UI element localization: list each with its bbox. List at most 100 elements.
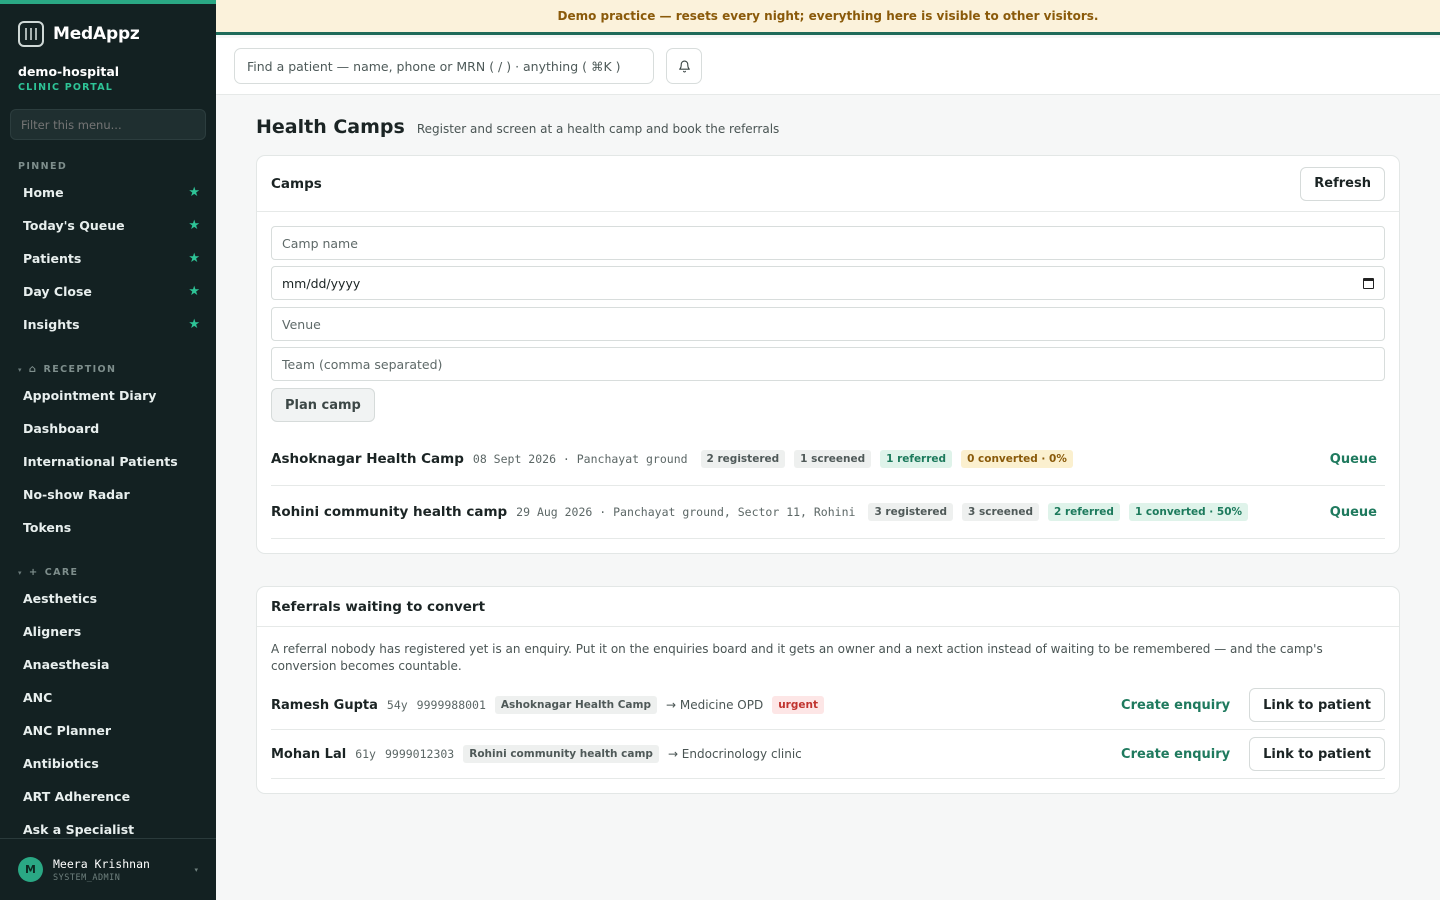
create-enquiry-link[interactable]: Create enquiry <box>1121 698 1230 713</box>
registered-badge: 3 registered <box>868 503 954 521</box>
referred-badge: 2 referred <box>1048 503 1120 521</box>
camp-meta: 08 Sept 2026 · Panchayat ground <box>472 452 688 466</box>
sidebar-item-anc[interactable]: ANC <box>0 681 216 714</box>
sidebar-item-aligners[interactable]: Aligners <box>0 615 216 648</box>
camp-name: Ashoknagar Health Camp <box>271 451 464 467</box>
org-name: demo-hospital <box>18 64 120 79</box>
sidebar-item-day-close[interactable]: Day Close ★ <box>0 275 216 308</box>
sidebar-item-dashboard[interactable]: Dashboard <box>0 412 216 445</box>
converted-badge: 1 converted · 50% <box>1128 503 1249 521</box>
screened-badge: 3 screened <box>962 503 1039 521</box>
sidebar-item-international-patients[interactable]: International Patients <box>0 445 216 478</box>
page-title: Health Camps <box>256 116 405 138</box>
patient-name: Ramesh Gupta <box>271 697 378 713</box>
user-role: SYSTEM_ADMIN <box>53 872 121 883</box>
sidebar-item-todays-queue[interactable]: Today's Queue ★ <box>0 209 216 242</box>
camp-date-field[interactable]: mm/dd/yyyy <box>271 266 1385 300</box>
screened-badge: 1 screened <box>794 450 872 468</box>
calendar-icon[interactable] <box>1363 277 1374 289</box>
camps-card-header: Camps Refresh <box>257 156 1399 212</box>
menu-filter-input[interactable] <box>10 109 206 140</box>
sidebar-item-anc-planner[interactable]: ANC Planner <box>0 714 216 747</box>
patient-search-input[interactable]: Find a patient — name, phone or MRN ( / … <box>234 48 654 84</box>
collapse-caret-icon: ▾ <box>18 365 23 374</box>
page-subtitle: Register and screen at a health camp and… <box>416 122 780 136</box>
camp-name-field[interactable]: Camp name <box>271 226 1385 260</box>
camp-name: Rohini community health camp <box>271 504 508 520</box>
medappz-logo-icon <box>18 21 44 47</box>
refresh-button[interactable]: Refresh <box>1300 166 1385 201</box>
sidebar-item-home[interactable]: Home ★ <box>0 176 216 209</box>
venue-field[interactable]: Venue <box>271 307 1385 341</box>
camp-row: Rohini community health camp 29 Aug 2026… <box>271 486 1385 539</box>
patient-phone: 9999012303 <box>384 747 455 761</box>
star-icon[interactable]: ★ <box>188 185 200 200</box>
camps-card-title: Camps <box>271 175 322 192</box>
team-field[interactable]: Team (comma separated) <box>271 347 1385 381</box>
sidebar-item-insights[interactable]: Insights ★ <box>0 308 216 341</box>
star-icon[interactable]: ★ <box>188 218 200 233</box>
sidebar-item-appointment-diary[interactable]: Appointment Diary <box>0 379 216 412</box>
queue-link[interactable]: Queue <box>1330 452 1385 467</box>
org-block: demo-hospital CLINIC PORTAL <box>0 50 216 93</box>
queue-link[interactable]: Queue <box>1330 505 1385 520</box>
referral-destination: → Medicine OPD <box>665 698 764 712</box>
camp-badge: Rohini community health camp <box>463 745 659 763</box>
camp-meta: 29 Aug 2026 · Panchayat ground, Sector 1… <box>516 505 856 519</box>
venue-placeholder: Venue <box>282 316 321 332</box>
referrals-description: A referral nobody has registered yet is … <box>271 642 1323 673</box>
team-placeholder: Team (comma separated) <box>282 356 443 372</box>
patient-age: 61y <box>355 747 376 761</box>
page-header: Health Camps Register and screen at a he… <box>256 116 779 138</box>
sidebar-item-tokens[interactable]: Tokens <box>0 511 216 544</box>
bell-icon <box>678 60 690 72</box>
collapse-caret-icon: ▾ <box>18 568 23 577</box>
search-placeholder: Find a patient — name, phone or MRN ( / … <box>247 58 621 74</box>
sidebar-item-aesthetics[interactable]: Aesthetics <box>0 582 216 615</box>
brand[interactable]: MedAppz <box>0 4 216 50</box>
converted-badge: 0 converted · 0% <box>961 450 1073 468</box>
plus-icon: + <box>28 567 39 578</box>
notifications-button[interactable] <box>666 48 702 84</box>
user-menu[interactable]: M Meera Krishnan SYSTEM_ADMIN ▾ <box>0 838 216 900</box>
care-section-toggle[interactable]: ▾ + CARE <box>0 567 216 578</box>
referral-row: Mohan Lal 61y 9999012303 Rohini communit… <box>271 730 1385 779</box>
link-to-patient-button[interactable]: Link to patient <box>1249 737 1385 771</box>
camp-row: Ashoknagar Health Camp 08 Sept 2026 · Pa… <box>271 433 1385 486</box>
chevron-down-icon: ▾ <box>194 865 198 874</box>
camp-badge: Ashoknagar Health Camp <box>494 696 657 714</box>
patient-name: Mohan Lal <box>271 746 347 762</box>
plan-camp-button[interactable]: Plan camp <box>271 388 375 422</box>
star-icon[interactable]: ★ <box>188 284 200 299</box>
brand-name: MedAppz <box>53 24 140 44</box>
sidebar-item-patients[interactable]: Patients ★ <box>0 242 216 275</box>
star-icon[interactable]: ★ <box>188 317 200 332</box>
sidebar-item-anaesthesia[interactable]: Anaesthesia <box>0 648 216 681</box>
patient-age: 54y <box>386 698 408 712</box>
registered-badge: 2 registered <box>700 450 786 468</box>
star-icon[interactable]: ★ <box>188 251 200 266</box>
sidebar-item-antibiotics[interactable]: Antibiotics <box>0 747 216 780</box>
create-enquiry-link[interactable]: Create enquiry <box>1121 747 1230 762</box>
camp-name-placeholder: Camp name <box>282 235 358 251</box>
sidebar: MedAppz demo-hospital CLINIC PORTAL PINN… <box>0 0 216 900</box>
reception-section-toggle[interactable]: ▾ ⌂ RECEPTION <box>0 364 216 375</box>
camp-date-value: mm/dd/yyyy <box>282 275 361 291</box>
pinned-section-label: PINNED <box>18 161 68 172</box>
org-subtitle: CLINIC PORTAL <box>18 82 114 93</box>
camps-card: Camps Refresh Camp name mm/dd/yyyy Venue… <box>256 155 1400 554</box>
referrals-card: Referrals waiting to convert A referral … <box>256 586 1400 794</box>
patient-phone: 9999988001 <box>416 698 486 712</box>
sidebar-item-no-show-radar[interactable]: No-show Radar <box>0 478 216 511</box>
referral-destination: → Endocrinology clinic <box>667 747 802 761</box>
topbar: Find a patient — name, phone or MRN ( / … <box>216 38 1440 95</box>
urgent-badge: urgent <box>772 696 824 714</box>
sidebar-item-art-adherence[interactable]: ART Adherence <box>0 780 216 813</box>
avatar: M <box>18 857 43 882</box>
referrals-card-header: Referrals waiting to convert <box>257 587 1399 627</box>
user-name: Meera Krishnan <box>53 856 150 871</box>
link-to-patient-button[interactable]: Link to patient <box>1249 688 1385 722</box>
demo-banner: Demo practice — resets every night; ever… <box>216 0 1440 35</box>
referred-badge: 1 referred <box>880 450 953 468</box>
referral-row: Ramesh Gupta 54y 9999988001 Ashoknagar H… <box>271 681 1385 730</box>
